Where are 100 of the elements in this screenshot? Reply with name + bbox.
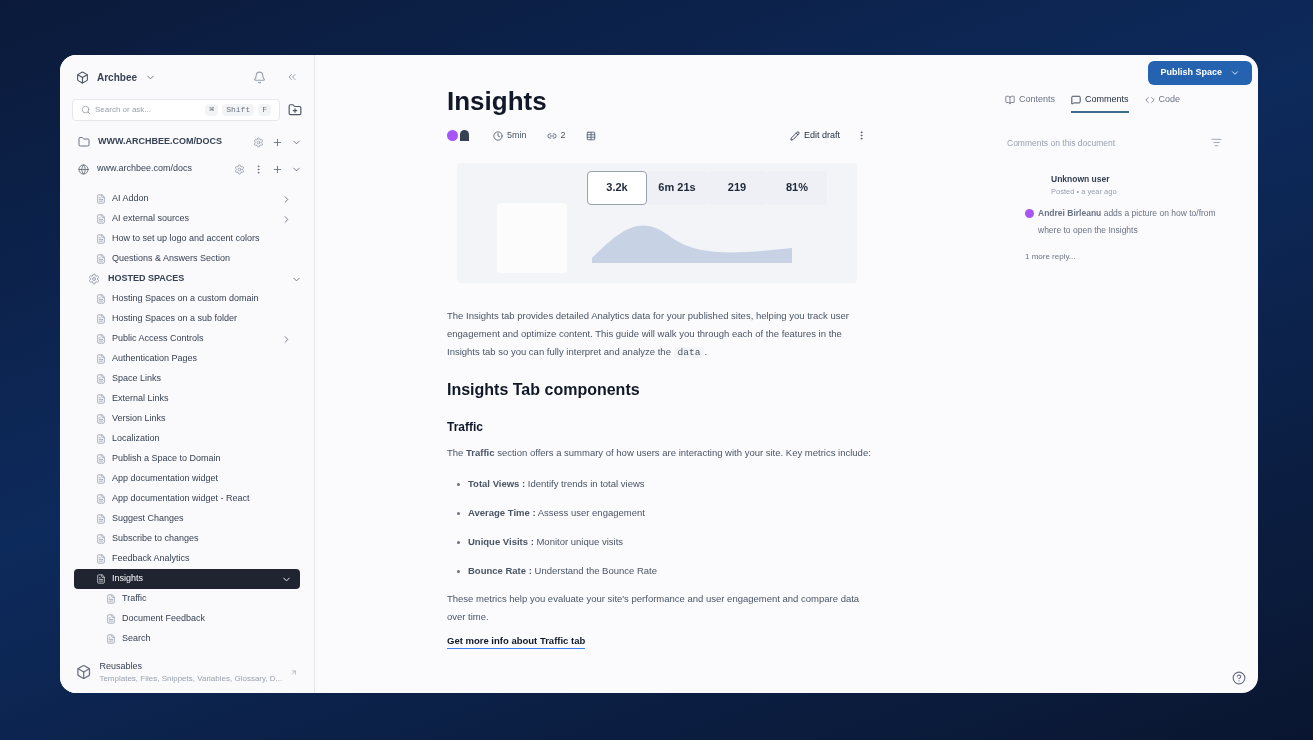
link-icon	[546, 130, 557, 141]
sidebar-item[interactable]: Document Feedback	[96, 609, 300, 629]
sidebar-item[interactable]: Insights	[74, 569, 300, 589]
sidebar-item[interactable]: Space Links	[96, 369, 300, 389]
list-item: Unique Visits : Monitor unique visits	[468, 534, 624, 549]
sidebar-item[interactable]: Localization	[96, 429, 300, 449]
settings-icon[interactable]	[253, 136, 264, 148]
page-icon	[106, 634, 116, 644]
list-item: Bounce Rate : Understand the Bounce Rate	[468, 563, 658, 578]
settings-icon[interactable]	[234, 163, 245, 175]
sidebar-item[interactable]: Subscribe to changes	[96, 529, 300, 549]
new-folder-icon[interactable]	[288, 103, 302, 117]
panel-tab[interactable]: Comments	[1071, 93, 1129, 113]
sidebar-item[interactable]: Hosting Spaces on a custom domain	[96, 289, 300, 309]
intro-paragraph: The Insights tab provides detailed Analytics data for your published sites, helping you track user engagement and optimize content. This guide will walk you through each of the features in the Insights tab so you can fully interpret and analyze the data .	[447, 308, 850, 360]
sidebar-item[interactable]: External Links	[96, 389, 300, 409]
add-icon[interactable]	[272, 163, 283, 175]
read-time: 5min	[507, 129, 527, 142]
stat-value: 81%	[786, 180, 808, 196]
group-label: HOSTED SPACES	[108, 272, 185, 286]
sidebar-item[interactable]: App documentation widget	[96, 469, 300, 489]
footer-subtitle: Templates, Files, Snippets, Variables, Glossary, D...	[99, 673, 283, 685]
more-replies-link[interactable]: 1 more reply...	[995, 251, 1252, 264]
help-icon[interactable]	[1232, 671, 1246, 685]
bullet-icon	[457, 482, 460, 486]
space-name[interactable]: www.archbee.com/docs	[97, 162, 193, 176]
page-icon	[96, 254, 106, 264]
cube-icon	[76, 663, 92, 682]
notification-bell-icon[interactable]	[253, 70, 266, 84]
comments-header: Comments on this document	[1007, 136, 1116, 150]
sidebar-item[interactable]: AI Addon	[96, 189, 300, 209]
avatar-icon	[447, 130, 458, 142]
footer-title: Reusables	[99, 659, 143, 673]
page-icon	[96, 534, 106, 544]
sidebar-item[interactable]: Hosting Spaces on a sub folder	[96, 309, 300, 329]
page-icon	[96, 454, 106, 464]
page-icon	[96, 394, 106, 404]
page-icon	[96, 234, 106, 244]
page-icon	[96, 354, 106, 364]
page-icon	[96, 294, 106, 304]
shortcut-key: Shift	[222, 104, 255, 116]
comment-author: Unknown user	[1051, 173, 1111, 186]
sidebar-item[interactable]: Search	[96, 629, 300, 649]
bullet-icon	[457, 569, 460, 573]
comment-body: Andrei Birleanu adds a picture on how to/from where to open the Insights	[1038, 207, 1217, 238]
code-icon	[1144, 94, 1155, 105]
sidebar-item[interactable]: Traffic	[96, 589, 300, 609]
page-icon	[96, 214, 106, 224]
search-input[interactable]: Search or ask...	[95, 104, 185, 116]
traffic-link[interactable]: Get more info about Traffic tab	[447, 633, 586, 649]
section-title[interactable]: WWW.ARCHBEE.COM/DOCS	[98, 135, 222, 149]
filter-icon[interactable]	[1211, 137, 1222, 149]
publish-button[interactable]: Publish Space	[1148, 61, 1252, 85]
sidebar-item[interactable]: Feedback Analytics	[96, 549, 300, 569]
sidebar-item[interactable]: Public Access Controls	[96, 329, 300, 349]
page-icon	[96, 574, 106, 584]
sidebar-item[interactable]: AI external sources	[96, 209, 300, 229]
clock-icon	[493, 130, 503, 141]
page-icon	[96, 514, 106, 524]
workspace-name[interactable]: Archbee	[97, 69, 137, 85]
search-icon	[81, 105, 91, 115]
sidebar-item[interactable]: How to set up logo and accent colors	[96, 229, 300, 249]
traffic-paragraph: The Traffic section offers a summary of how users are interacting with your site. Key metrics include:	[447, 445, 872, 460]
stat-value: 3.2k	[606, 180, 628, 196]
page-icon	[96, 374, 106, 384]
page-icon	[96, 334, 106, 344]
page-icon	[96, 314, 106, 324]
shortcut-key: ⌘	[205, 104, 219, 116]
sidebar-item[interactable]: Questions & Answers Section	[96, 249, 300, 269]
page-icon	[106, 614, 116, 624]
edit-draft-button[interactable]: Edit draft	[789, 129, 840, 143]
avatar-icon	[460, 130, 469, 142]
folder-icon	[78, 136, 90, 148]
page-icon	[96, 194, 106, 204]
workspace-logo-icon	[76, 70, 89, 84]
sidebar-item[interactable]: Authentication Pages	[96, 349, 300, 369]
page-icon	[96, 494, 106, 504]
page-icon	[96, 414, 106, 424]
sidebar-item[interactable]: Publish a Space to Domain	[96, 449, 300, 469]
reusables-footer[interactable]: Reusables Templates, Files, Snippets, Variables, Glossary, D...	[60, 655, 314, 693]
sidebar-item[interactable]: Version Links	[96, 409, 300, 429]
caret-icon	[1230, 68, 1240, 78]
search-bar[interactable]: Search or ask... ⌘ Shift F	[72, 99, 280, 121]
globe-icon	[78, 163, 89, 175]
page-title: Insights	[447, 85, 548, 117]
sidebar-item[interactable]: App documentation widget - React	[96, 489, 300, 509]
sidebar-item[interactable]: Suggest Changes	[96, 509, 300, 529]
link-count: 2	[560, 129, 566, 142]
add-icon[interactable]	[272, 136, 283, 148]
book-icon	[1005, 94, 1015, 105]
chat-bubble-icon	[1071, 94, 1082, 105]
list-item: Total Views : Identify trends in total views	[468, 476, 645, 491]
list-item: Average Time : Assess user engagement	[468, 505, 645, 520]
table-icon[interactable]	[585, 130, 596, 141]
open-icon[interactable]	[290, 667, 298, 677]
panel-tab[interactable]: Code	[1144, 93, 1181, 113]
page-icon	[96, 474, 106, 484]
group-icon	[88, 273, 100, 285]
panel-tab[interactable]: Contents	[1005, 93, 1056, 113]
collapse-icon[interactable]	[286, 71, 298, 83]
